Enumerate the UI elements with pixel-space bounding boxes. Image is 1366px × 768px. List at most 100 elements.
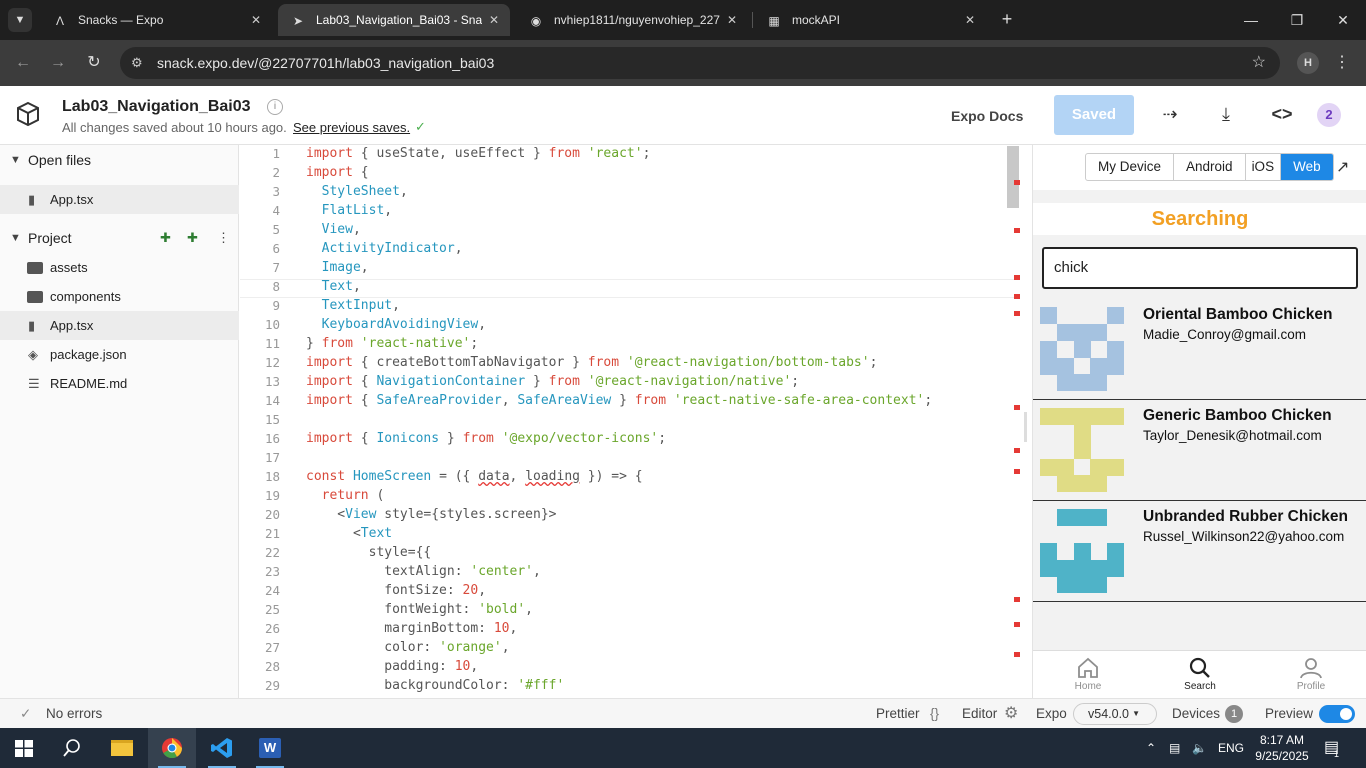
code-line-19: return ( [321, 488, 385, 503]
tab-android[interactable]: Android [1174, 154, 1246, 180]
vscode-taskbar-icon[interactable] [198, 728, 246, 768]
error-marker [1014, 311, 1020, 316]
bottom-tab-home[interactable]: Home [1048, 651, 1128, 699]
forward-icon[interactable]: → [47, 52, 69, 74]
close-window-icon[interactable]: ✕ [1320, 0, 1366, 40]
error-marker [1014, 405, 1020, 410]
error-marker [1014, 294, 1020, 299]
editor-scrollbar-thumb[interactable] [1007, 146, 1019, 208]
snack-header: Lab03_Navigation_Bai03 i All changes sav… [0, 86, 1366, 145]
errors-status[interactable]: No errors [46, 699, 102, 729]
expo-docs-link[interactable]: Expo Docs [951, 108, 1023, 124]
url-field[interactable]: ⚙ snack.expo.dev/@22707701h/lab03_naviga… [120, 47, 1280, 79]
sidebar-item-readme[interactable]: ☰ README.md [0, 369, 239, 398]
save-button[interactable]: Saved [1054, 95, 1134, 135]
file-label: App.tsx [50, 192, 94, 207]
word-taskbar-icon[interactable]: W [246, 728, 294, 768]
address-bar: ← → ↻ ⚙ snack.expo.dev/@22707701h/lab03_… [0, 40, 1366, 86]
browser-tab-github[interactable]: ◉ nvhiep1811/nguyenvohiep_2270 ✕ [516, 4, 748, 36]
line-number: 3 [272, 184, 280, 199]
bookmark-star-icon[interactable]: ☆ [1252, 47, 1266, 79]
notification-center-icon[interactable]: ▤ [1324, 728, 1339, 768]
browser-tab-snacks[interactable]: Λ Snacks — Expo ✕ [40, 4, 272, 36]
user-badge[interactable]: 2 [1317, 103, 1341, 127]
project-label: Project [28, 230, 72, 246]
new-tab-icon[interactable]: + [996, 8, 1018, 30]
download-icon[interactable]: ⤓ [1214, 102, 1238, 126]
line-number: 4 [272, 203, 280, 218]
pane-resize-handle[interactable] [1024, 412, 1027, 442]
bottom-tab-profile[interactable]: Profile [1271, 651, 1351, 699]
tab-my-device[interactable]: My Device [1086, 154, 1175, 180]
error-marker [1014, 448, 1020, 453]
list-item[interactable]: Generic Bamboo Chicken Taylor_Denesik@ho… [1033, 401, 1366, 501]
sidebar-item-package-json[interactable]: ◈ package.json [0, 340, 239, 369]
sidebar-item-app-tsx[interactable]: ▮ App.tsx [0, 311, 239, 340]
browser-menu-icon[interactable]: ⋮ [1334, 52, 1350, 74]
open-in-device-icon[interactable]: ⇢ [1158, 102, 1182, 126]
bottom-tab-search[interactable]: Search [1160, 651, 1240, 699]
list-item[interactable]: Unbranded Rubber Chicken Russel_Wilkinso… [1033, 502, 1366, 602]
code-line-28: padding: 10, [306, 659, 479, 674]
tab-ios[interactable]: iOS [1246, 154, 1282, 180]
info-icon[interactable]: i [267, 99, 283, 115]
devices-button[interactable]: Devices [1172, 699, 1220, 729]
snack-logo-icon[interactable] [14, 100, 42, 128]
close-tab-icon[interactable]: ✕ [962, 4, 978, 36]
close-tab-icon[interactable]: ✕ [724, 4, 740, 36]
browser-tab-snack-project[interactable]: ➤ Lab03_Navigation_Bai03 - Snack ✕ [278, 4, 510, 36]
file-explorer-taskbar-icon[interactable] [98, 728, 146, 768]
previous-saves-link[interactable]: See previous saves. [293, 120, 410, 135]
code-line-25: fontWeight: 'bold', [306, 602, 533, 617]
chevron-down-icon: ▼ [1132, 709, 1140, 718]
expo-label: Expo [1036, 706, 1067, 721]
profile-avatar[interactable]: H [1297, 52, 1319, 74]
language-indicator[interactable]: ENG [1218, 728, 1244, 768]
open-external-icon[interactable]: ↗ [1336, 157, 1349, 177]
line-number: 8 [272, 279, 280, 294]
sidebar-item-assets[interactable]: assets [0, 253, 239, 282]
site-settings-icon[interactable]: ⚙ [131, 47, 143, 79]
reload-icon[interactable]: ↻ [83, 52, 105, 74]
chrome-taskbar-icon[interactable] [148, 728, 196, 768]
clock[interactable]: 8:17 AM 9/25/2025 [1254, 732, 1310, 764]
list-item[interactable]: Oriental Bamboo Chicken Madie_Conroy@gma… [1033, 300, 1366, 400]
close-tab-icon[interactable]: ✕ [248, 4, 264, 36]
code-editor[interactable]: 1 2 3 4 5 6 7 8 9 10 11 12 13 14 15 16 17 18 19 20 21 22 23 24 2… [240, 145, 1031, 698]
preview-toggle[interactable] [1319, 705, 1355, 723]
project-menu-icon[interactable]: ⋮ [217, 223, 230, 253]
prettier-button[interactable]: Prettier [876, 699, 920, 729]
prettier-braces-icon[interactable]: {} [930, 699, 939, 729]
line-number: 26 [264, 621, 280, 636]
embed-code-icon[interactable]: <> [1270, 102, 1294, 126]
browser-tab-mockapi[interactable]: ▦ mockAPI ✕ [754, 4, 986, 36]
bottom-tab-bar: Home Search Profile [1033, 650, 1366, 698]
restore-icon[interactable]: ❐ [1274, 0, 1320, 40]
project-header[interactable]: ▼ Project ✚ ✚ ⋮ [0, 223, 239, 253]
line-number: 13 [264, 374, 280, 389]
bottom-tab-label: Search [1184, 681, 1216, 692]
back-icon[interactable]: ← [12, 52, 34, 74]
open-files-header[interactable]: ▼ Open files [0, 145, 239, 175]
new-file-icon[interactable]: ✚ [160, 223, 171, 253]
volume-muted-icon[interactable]: 🔈 [1192, 728, 1207, 768]
minimize-icon[interactable]: — [1228, 0, 1274, 40]
gear-icon[interactable]: ⚙ [1004, 699, 1018, 729]
windows-start-icon[interactable] [15, 740, 33, 757]
new-folder-icon[interactable]: ✚ [187, 223, 198, 253]
preview-label: Preview [1265, 706, 1314, 721]
tab-web[interactable]: Web [1281, 154, 1333, 180]
sdk-version-select[interactable]: v54.0.0 ▼ [1073, 703, 1157, 725]
search-input[interactable]: chick [1042, 247, 1358, 289]
line-number: 5 [272, 222, 280, 237]
network-icon[interactable]: ▤ [1169, 728, 1180, 768]
editor-settings-button[interactable]: Editor [962, 699, 997, 729]
open-file-app-tsx[interactable]: ▮ App.tsx [0, 185, 239, 214]
close-tab-icon[interactable]: ✕ [486, 4, 502, 36]
sidebar-item-components[interactable]: components [0, 282, 239, 311]
project-title[interactable]: Lab03_Navigation_Bai03 [62, 98, 251, 116]
search-icon[interactable] [63, 739, 81, 757]
show-hidden-icons-icon[interactable]: ⌃ [1146, 728, 1156, 768]
line-number: 21 [264, 526, 280, 541]
tab-search-dropdown-icon[interactable]: ▼ [8, 8, 32, 32]
